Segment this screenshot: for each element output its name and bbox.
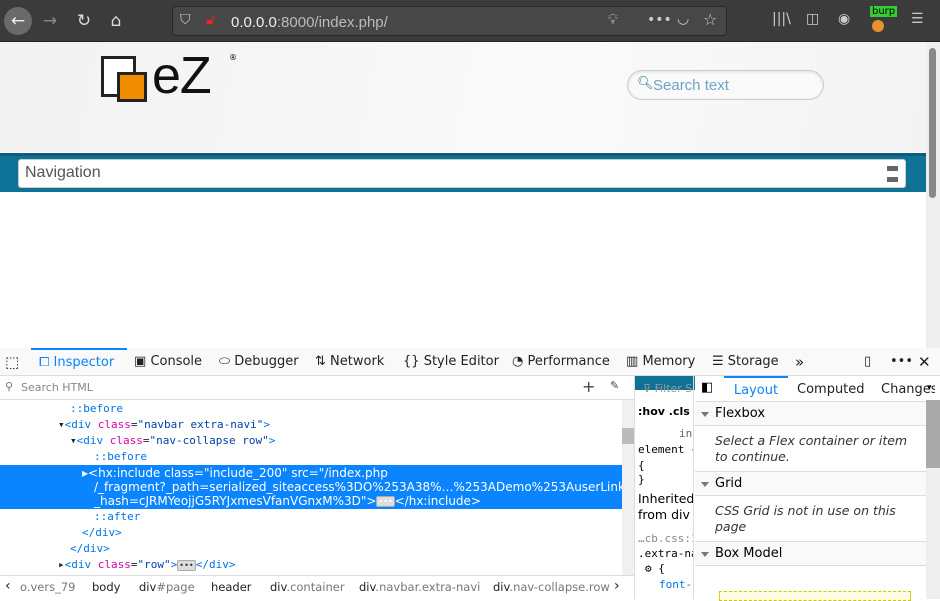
burp-extension-badge[interactable]: burp bbox=[870, 6, 898, 17]
flexbox-section-header[interactable]: Flexbox bbox=[695, 401, 926, 426]
memory-icon: ▥ bbox=[626, 354, 639, 369]
tab-console[interactable]: ▣ Console bbox=[134, 348, 202, 376]
layout-scrollbar[interactable] bbox=[926, 400, 940, 599]
tab-inspector[interactable]: ⧠ Inspector bbox=[31, 348, 127, 376]
breadcrumb-item[interactable]: div#page bbox=[139, 580, 195, 594]
menu-icon[interactable]: ☰ bbox=[911, 11, 924, 27]
home-button[interactable]: ⌂ bbox=[102, 7, 130, 35]
url-path: :8000/index.php/ bbox=[276, 14, 388, 31]
network-icon: ⇅ bbox=[315, 354, 326, 369]
gear-icon: ⚙ bbox=[645, 562, 652, 575]
tab-computed[interactable]: Computed bbox=[797, 376, 865, 404]
devtools-toolbar: ⬚ ⧠ Inspector ▣ Console ⬭ Debugger ⇅ Net… bbox=[0, 348, 940, 376]
search-html-input[interactable]: ⚲ Search HTML + ✎ bbox=[0, 376, 634, 400]
gauge-icon: ◔ bbox=[512, 354, 524, 369]
element-rule[interactable]: element { bbox=[638, 442, 693, 458]
search-html-placeholder: Search HTML bbox=[21, 381, 93, 394]
pseudo-before[interactable]: ::before bbox=[70, 401, 123, 417]
box-model-margin[interactable] bbox=[719, 591, 911, 601]
selected-node-hx-include[interactable]: ▸<hx:include class="include_200" src="/i… bbox=[0, 465, 641, 509]
browser-toolbar: ← → ↻ ⌂ ⛉ 🔓︎ 0.0.0.0:8000/index.php/ 💡︎ … bbox=[0, 0, 940, 42]
flexbox-message: Select a Flex container or item to conti… bbox=[715, 433, 908, 464]
pseudo-before[interactable]: ::before bbox=[94, 449, 147, 465]
rule-source-link[interactable]: …cb.css:1 bbox=[638, 531, 693, 547]
close-icon[interactable]: ✕ bbox=[918, 348, 931, 376]
node-navbar[interactable]: ▾<div class="navbar extra-navi"> bbox=[58, 417, 270, 433]
tab-layout[interactable]: Layout bbox=[724, 376, 788, 404]
logo-mark-orange[interactable] bbox=[117, 72, 147, 102]
breadcrumb-item[interactable]: header bbox=[211, 580, 252, 594]
node-row[interactable]: ▸<div class="row"> ••• </div> bbox=[58, 557, 235, 573]
add-node-icon[interactable]: + bbox=[582, 377, 595, 396]
filter-styles-input[interactable]: ⊽ Filter S bbox=[643, 381, 692, 397]
toggle-sidebar-icon[interactable]: ◧ bbox=[701, 380, 713, 395]
account-icon[interactable]: ◉ bbox=[838, 11, 850, 27]
navigation-label: Navigation bbox=[25, 164, 101, 181]
search-placeholder: Search text bbox=[653, 77, 729, 94]
element-picker-icon[interactable]: ⬚ bbox=[5, 348, 19, 376]
reload-button[interactable]: ↻ bbox=[70, 7, 98, 35]
box-model-section-header[interactable]: Box Model bbox=[695, 541, 926, 566]
dock-icon[interactable]: ▯ bbox=[864, 348, 871, 376]
storage-icon: ☰ bbox=[712, 354, 724, 369]
library-icon[interactable]: |||\ bbox=[772, 11, 791, 27]
search-icon: ⚲ bbox=[5, 380, 14, 393]
tab-storage[interactable]: ☰ Storage bbox=[712, 348, 779, 376]
inherited-header: Inherited from div bbox=[638, 491, 694, 522]
breadcrumb-item[interactable]: div.nav-collapse.row bbox=[493, 580, 610, 594]
hov-cls-toggle[interactable]: :hov .cls bbox=[638, 404, 690, 420]
breadcrumb-item[interactable]: body bbox=[92, 580, 120, 594]
tab-style-editor[interactable]: {} Style Editor bbox=[403, 348, 499, 376]
node-nav-collapse[interactable]: ▾<div class="nav-collapse row"> bbox=[70, 433, 275, 449]
page-scrollbar[interactable] bbox=[926, 42, 940, 348]
breadcrumb-item[interactable]: div.container bbox=[270, 580, 345, 594]
bookmark-star-icon[interactable]: ☆ bbox=[703, 10, 717, 29]
rules-panel: ⊽ Filter S :hov .cls in element { { } In… bbox=[634, 376, 694, 599]
insecure-lock-icon[interactable]: 🔓︎ bbox=[206, 12, 215, 28]
pseudo-after[interactable]: ::after bbox=[94, 509, 140, 525]
breadcrumb-scroll-right[interactable]: › bbox=[614, 578, 620, 594]
back-button[interactable]: ← bbox=[4, 7, 32, 35]
registered-mark: ® bbox=[229, 53, 237, 62]
tab-network[interactable]: ⇅ Network bbox=[315, 348, 384, 376]
more-icon[interactable]: ••• bbox=[647, 12, 672, 28]
tab-memory[interactable]: ▥ Memory bbox=[626, 348, 695, 376]
markup-scrollbar[interactable] bbox=[622, 400, 634, 575]
hamburger-icon[interactable] bbox=[887, 166, 898, 182]
site-search-input[interactable]: 🔍︎ Search text bbox=[627, 70, 824, 100]
inspector-icon: ⧠ bbox=[39, 355, 50, 370]
console-icon: ▣ bbox=[134, 354, 147, 369]
breadcrumb-item[interactable]: div.navbar.extra-navi bbox=[359, 580, 480, 594]
options-icon[interactable]: ••• bbox=[890, 348, 913, 376]
breadcrumb: ‹ o.vers_79 body div#page header div.con… bbox=[0, 575, 634, 599]
lightbulb-icon[interactable]: 💡︎ bbox=[608, 12, 618, 28]
more-tabs-icon[interactable]: » bbox=[795, 348, 804, 376]
chevron-down-icon[interactable]: ▾ bbox=[927, 383, 932, 393]
grid-message: CSS Grid is not in use on this page bbox=[715, 503, 896, 534]
debugger-icon: ⬭ bbox=[219, 354, 231, 369]
tab-performance[interactable]: ◔ Performance bbox=[512, 348, 610, 376]
close-div[interactable]: </div> bbox=[70, 541, 110, 557]
expand-ellipsis[interactable]: ••• bbox=[376, 496, 395, 507]
search-icon: 🔍︎ bbox=[637, 76, 654, 91]
eyedropper-icon[interactable]: ✎ bbox=[610, 379, 619, 392]
layout-panel: ◧ Layout Computed Changes ▾ Flexbox Sele… bbox=[695, 376, 940, 601]
url-bar[interactable]: ⛉ 🔓︎ 0.0.0.0:8000/index.php/ 💡︎ ••• ◡ ☆ bbox=[172, 6, 727, 36]
burp-icon[interactable] bbox=[872, 20, 884, 32]
breadcrumb-item[interactable]: o.vers_79 bbox=[20, 580, 75, 594]
sidebar-icon[interactable]: ◫ bbox=[806, 11, 819, 27]
breadcrumb-scroll-left[interactable]: ‹ bbox=[5, 578, 11, 594]
shield-icon[interactable]: ⛉ bbox=[180, 12, 191, 28]
forward-button[interactable]: → bbox=[36, 7, 64, 35]
braces-icon: {} bbox=[403, 354, 420, 369]
close-div[interactable]: </div> bbox=[82, 525, 122, 541]
pocket-icon[interactable]: ◡ bbox=[677, 11, 689, 27]
navigation-toggle[interactable]: Navigation bbox=[18, 159, 906, 188]
tab-debugger[interactable]: ⬭ Debugger bbox=[219, 348, 299, 376]
grid-section-header[interactable]: Grid bbox=[695, 471, 926, 496]
logo-text[interactable]: eZ bbox=[152, 46, 212, 106]
url-host: 0.0.0.0 bbox=[231, 14, 277, 31]
